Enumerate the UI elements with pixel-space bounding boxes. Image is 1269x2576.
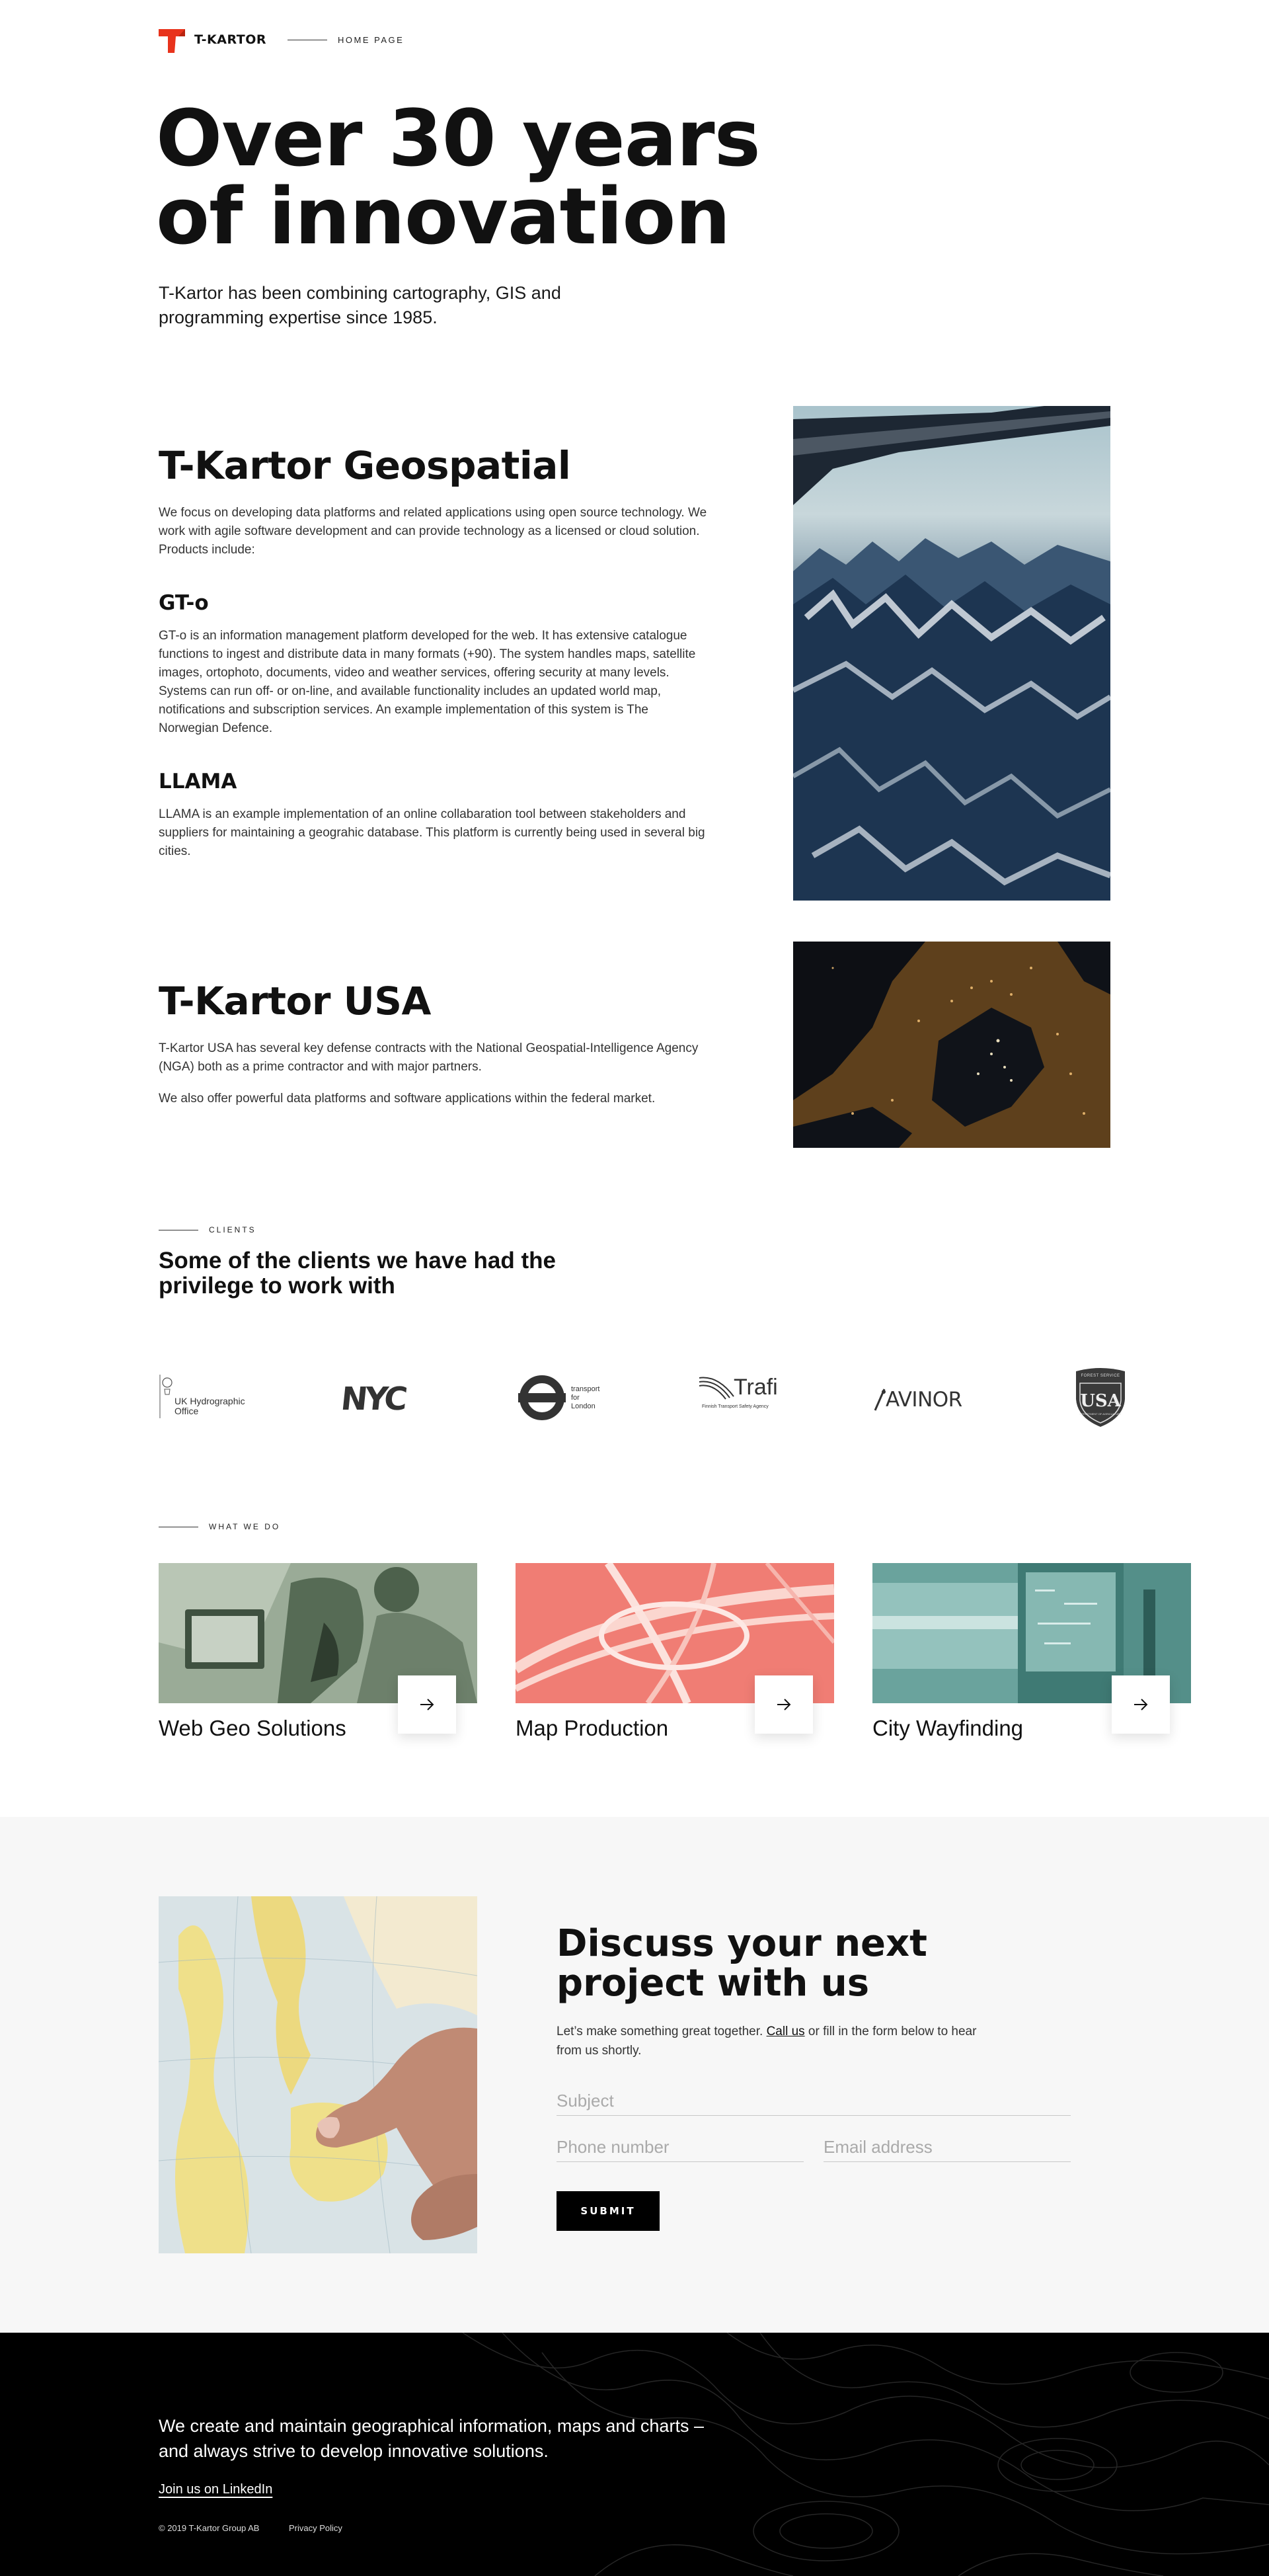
hero-title: Over 30 years of innovation xyxy=(156,99,949,255)
map-production-arrow-button[interactable] xyxy=(755,1675,813,1734)
client-logo-avinor: AVINOR xyxy=(872,1383,972,1416)
forest-service-bottom-text: DEPARTMENT OF AGRICULTURE xyxy=(1079,1412,1122,1416)
geospatial-intro: We focus on developing data platforms an… xyxy=(159,506,707,557)
t-kartor-logo-icon[interactable] xyxy=(159,26,185,53)
home-page-link[interactable]: HOME PAGE xyxy=(338,35,404,45)
map-production-title[interactable]: Map Production xyxy=(516,1715,668,1742)
clients-title: Some of the clients we have had the priv… xyxy=(159,1248,556,1299)
trafi-logo-subtext: Finnish Transport Safety Agency xyxy=(702,1404,769,1409)
web-geo-solutions-arrow-button[interactable] xyxy=(398,1675,456,1734)
tfl-roundel-icon xyxy=(518,1375,566,1420)
contact-description: Let’s make something great together. Cal… xyxy=(557,2022,999,2060)
product-description-llama: LLAMA is an example implementation of an… xyxy=(159,807,705,858)
trafi-logo-text: Trafi xyxy=(734,1374,778,1400)
web-geo-solutions-title[interactable]: Web Geo Solutions xyxy=(159,1715,346,1742)
copyright: © 2019 T-Kartor Group AB xyxy=(159,2523,260,2533)
arrow-right-icon xyxy=(420,1699,434,1711)
privacy-policy-link[interactable]: Privacy Policy xyxy=(289,2523,342,2533)
mountains-aerial-photo xyxy=(793,406,1110,901)
product-title-llama: LLAMA xyxy=(159,770,237,793)
services-eyebrow-label: WHAT WE DO xyxy=(209,1522,281,1531)
avinor-logo-text: AVINOR xyxy=(886,1388,962,1412)
forest-service-logo-text: USA xyxy=(1080,1391,1121,1411)
avinor-slash-icon xyxy=(874,1389,886,1411)
city-wayfinding-arrow-button[interactable] xyxy=(1112,1675,1170,1734)
tfl-line-3: London xyxy=(571,1402,596,1410)
linkedin-link[interactable]: Join us on LinkedIn xyxy=(159,2482,272,2497)
tfl-line-2: for xyxy=(571,1393,580,1402)
product-title-gt-o: GT-o xyxy=(159,591,209,615)
map-hand-photo xyxy=(159,1896,477,2253)
subject-input[interactable] xyxy=(557,2091,1071,2116)
product-description-gt-o: GT-o is an information management platfo… xyxy=(159,629,696,735)
city-night-photo xyxy=(793,942,1110,1148)
service-card-map-production[interactable]: Map Production xyxy=(516,1563,834,1761)
geospatial-title: T-Kartor Geospatial xyxy=(159,443,571,488)
contact-text-before: Let’s make something great together. xyxy=(557,2025,767,2038)
brand-name[interactable]: T-KARTOR xyxy=(194,32,266,47)
contact-title: Discuss your next project with us xyxy=(557,1924,1032,2003)
client-logo-nyc: NYC xyxy=(339,1381,427,1418)
clients-eyebrow: CLIENTS xyxy=(159,1225,256,1234)
service-card-city-wayfinding[interactable]: City Wayfinding xyxy=(872,1563,1191,1761)
uk-hydrographic-line-2: Office xyxy=(174,1406,199,1416)
uk-hydrographic-crest-icon xyxy=(159,1375,173,1418)
nyc-logo-text: NYC xyxy=(339,1381,407,1418)
client-logo-trafi: Trafi Finnish Transport Safety Agency xyxy=(698,1374,790,1424)
clients-eyebrow-label: CLIENTS xyxy=(209,1225,256,1234)
phone-number-input[interactable] xyxy=(557,2137,804,2162)
arrow-right-icon xyxy=(777,1699,791,1711)
hero-subtitle: T-Kartor has been combining cartography,… xyxy=(159,283,561,327)
usa-paragraph-1: T-Kartor USA has several key defense con… xyxy=(159,1041,699,1074)
arrow-right-icon xyxy=(1134,1699,1148,1711)
forest-service-top-text: FOREST SERVICE xyxy=(1081,1374,1120,1378)
contact-title-line-2: project with us xyxy=(557,1962,870,2005)
hero-title-line-2: of innovation xyxy=(156,171,730,262)
city-wayfinding-title[interactable]: City Wayfinding xyxy=(872,1715,1023,1742)
contact-title-line-1: Discuss your next xyxy=(557,1922,927,1965)
client-logo-uk-hydrographic-office: UK Hydrographic Office xyxy=(159,1370,251,1423)
usa-paragraph-2: We also offer powerful data platforms an… xyxy=(159,1092,656,1106)
site-header: T-KARTOR HOME PAGE xyxy=(159,26,404,53)
client-logo-us-forest-service: FOREST SERVICE USA DEPARTMENT OF AGRICUL… xyxy=(1071,1366,1130,1429)
services-eyebrow: WHAT WE DO xyxy=(159,1522,280,1531)
client-logo-transport-for-london: transport for London xyxy=(518,1371,617,1424)
trafi-swoosh-icon xyxy=(699,1377,734,1400)
tfl-line-1: transport xyxy=(571,1385,600,1393)
page: T-KARTOR HOME PAGE Over 30 years of inno… xyxy=(0,0,1269,2576)
submit-button[interactable]: SUBMIT xyxy=(557,2191,660,2231)
email-address-input[interactable] xyxy=(824,2137,1071,2162)
usa-title: T-Kartor USA xyxy=(159,979,431,1024)
service-card-web-geo-solutions[interactable]: Web Geo Solutions xyxy=(159,1563,477,1761)
footer-tagline: We create and maintain geographical info… xyxy=(159,2416,704,2461)
call-us-link[interactable]: Call us xyxy=(767,2025,805,2038)
uk-hydrographic-line-1: UK Hydrographic xyxy=(174,1396,245,1406)
